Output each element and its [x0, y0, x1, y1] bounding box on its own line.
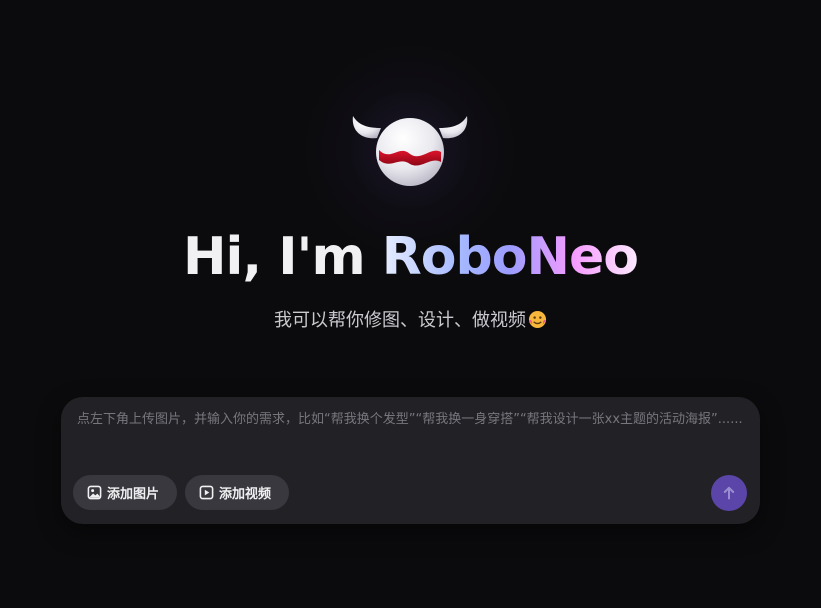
hero-greeting: Hi, I'm [183, 227, 382, 287]
add-image-button[interactable]: 添加图片 [73, 475, 177, 510]
arrow-up-icon [723, 486, 735, 500]
roboneo-mascot-logo [352, 116, 468, 186]
add-image-label: 添加图片 [107, 487, 160, 502]
face-emoji-icon [528, 310, 547, 329]
play-icon [199, 485, 214, 500]
prompt-input[interactable] [77, 411, 745, 455]
hero-brand-name: RoboNeo [381, 227, 639, 287]
hero-subtitle: 我可以帮你修图、设计、做视频 [0, 308, 821, 334]
add-video-label: 添加视频 [219, 487, 272, 502]
image-icon [87, 485, 102, 500]
send-button[interactable] [711, 475, 747, 511]
hero-title: Hi, I'm RoboNeo [0, 222, 821, 292]
add-video-button[interactable]: 添加视频 [185, 475, 289, 510]
hero-subtitle-text: 我可以帮你修图、设计、做视频 [274, 310, 526, 331]
prompt-composer: 添加图片 添加视频 [61, 397, 760, 524]
